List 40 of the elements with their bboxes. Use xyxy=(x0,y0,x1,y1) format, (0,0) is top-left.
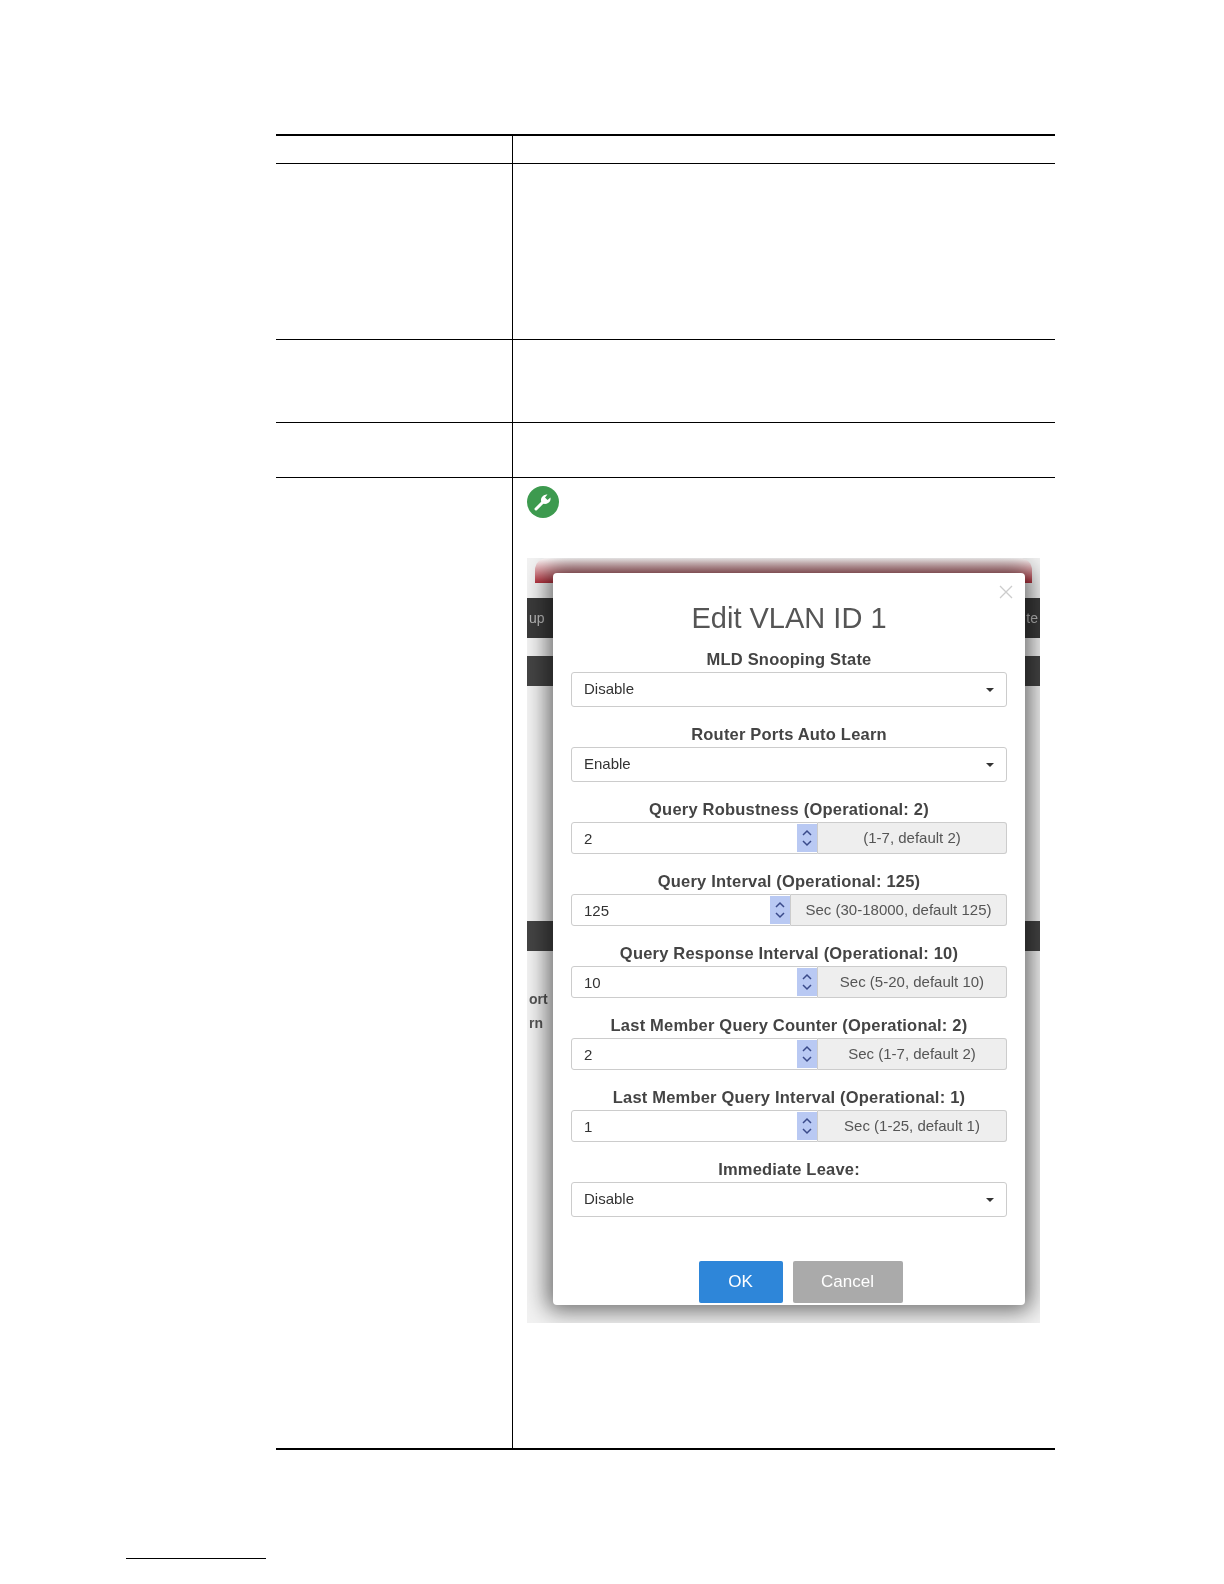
spinner-button[interactable] xyxy=(797,824,817,852)
ok-button[interactable]: OK xyxy=(698,1261,783,1303)
tab-label: te xyxy=(1026,609,1038,626)
dropdown-field[interactable]: Disable xyxy=(571,1182,1007,1217)
unit-hint: (1-7, default 2) xyxy=(818,822,1007,854)
field-label: Immediate Leave: xyxy=(717,1159,861,1179)
number-field[interactable]: 2 xyxy=(571,822,818,854)
field-label: Query Robustness (Operational: 2) xyxy=(648,799,930,819)
unit-hint: Sec (1-7, default 2) xyxy=(818,1038,1007,1070)
column-header: rn xyxy=(528,1014,543,1033)
field-label: Query Interval (Operational: 125) xyxy=(656,871,922,891)
up-down-arrows-icon xyxy=(775,901,785,919)
unit-hint: Sec (30-18000, default 125) xyxy=(791,894,1007,926)
field-label: Query Response Interval (Operational: 10) xyxy=(618,943,960,963)
unit-hint: Sec (5-20, default 10) xyxy=(818,966,1007,998)
number-field[interactable]: 2 xyxy=(571,1038,818,1070)
spinner-button[interactable] xyxy=(770,896,790,924)
wrench-icon xyxy=(527,486,559,518)
dropdown-field[interactable]: Enable xyxy=(571,747,1007,782)
tab-label: up xyxy=(529,609,545,626)
field-label: Last Member Query Counter (Operational: 2) xyxy=(609,1015,969,1035)
spinner-button[interactable] xyxy=(797,1040,817,1068)
column-header: ort xyxy=(528,990,548,1009)
caret-icon xyxy=(986,762,994,767)
field-label: Router Ports Auto Learn xyxy=(690,724,888,744)
dialog-title: Edit VLAN ID 1 xyxy=(690,601,888,635)
field-label: MLD Snooping State xyxy=(705,649,873,669)
number-field[interactable]: 10 xyxy=(571,966,818,998)
field-label: Last Member Query Interval (Operational: 1) xyxy=(611,1087,967,1107)
spinner-button[interactable] xyxy=(797,968,817,996)
unit-hint: Sec (1-25, default 1) xyxy=(818,1110,1007,1142)
caret-icon xyxy=(986,1197,994,1202)
up-down-arrows-icon xyxy=(802,1045,812,1063)
up-down-arrows-icon xyxy=(802,829,812,847)
up-down-arrows-icon xyxy=(802,973,812,991)
number-field[interactable]: 125 xyxy=(571,894,791,926)
dropdown-field[interactable]: Disable xyxy=(571,672,1007,707)
spinner-button[interactable] xyxy=(797,1112,817,1140)
number-field[interactable]: 1 xyxy=(571,1110,818,1142)
up-down-arrows-icon xyxy=(802,1117,812,1135)
